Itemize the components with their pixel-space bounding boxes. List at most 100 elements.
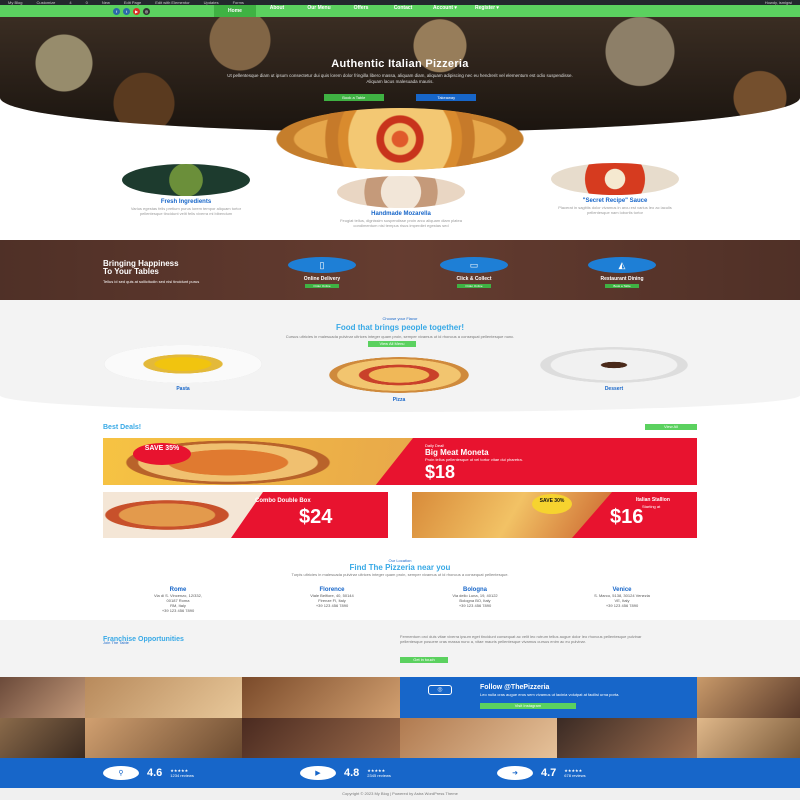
gallery-photo[interactable] (85, 718, 242, 758)
view-all-menu-button[interactable]: View All Menu (368, 341, 416, 347)
deal-price: $18 (425, 462, 456, 482)
hero-text: Ut pellentesque diam ut ipsum consectetu… (227, 73, 573, 84)
dessert-image[interactable] (540, 347, 688, 383)
book-table-button[interactable]: Book a Table (323, 93, 384, 101)
deal-main-card[interactable]: SAVE 35% Daily Deal! Big Meat Moneta Pro… (103, 438, 697, 485)
stallion-price: $16 (610, 506, 644, 528)
pasta-label[interactable]: Pasta (104, 386, 262, 392)
mozzarella-image (337, 176, 465, 208)
menu-text: Cursus ultricies in malesuada pulvinar u… (285, 334, 515, 339)
combo-price: $24 (299, 506, 333, 528)
feature-fresh: Fresh Ingredients Varius egestas felis p… (122, 164, 250, 216)
nav-item-register[interactable]: Register ▾ (466, 5, 508, 17)
gallery-photo[interactable] (85, 677, 242, 718)
city-phone: +39 123 456 7890 (161, 608, 195, 613)
twitter-icon[interactable]: t (123, 7, 130, 15)
stallion-starting: Starting at (642, 504, 661, 509)
location-rome: Rome Via di S. Vincenzo, 12/332, 00187 R… (128, 587, 228, 613)
deal-stallion-card[interactable]: SAVE 30% Italian Stallion Starting at $1… (412, 492, 697, 538)
follow-text: Leo nulla cras augue eros sem vivamus ut… (480, 692, 620, 697)
gallery-photo[interactable] (0, 718, 85, 758)
nav-item-contact[interactable]: Contact (382, 5, 424, 17)
facebook-icon[interactable]: f (113, 7, 120, 15)
pizza-label[interactable]: Pizza (329, 397, 469, 403)
gallery-photo[interactable] (557, 718, 697, 758)
stallion-image (412, 492, 612, 538)
instagram-icon[interactable]: ◎ (143, 7, 150, 15)
service-label: Online Delivery (303, 276, 341, 282)
band-text: Bringing Happiness To Your Tables Tellus… (103, 260, 253, 285)
sauce-image (551, 163, 679, 195)
nav-item-account[interactable]: Account ▾ (424, 5, 466, 17)
bike-icon: ⚲ (103, 766, 139, 780)
save-badge: SAVE 30% (532, 494, 572, 514)
feature-title: "Secret Recipe" Sauce (582, 198, 648, 204)
view-all-deals-button[interactable]: View All (645, 424, 697, 430)
nav-item-offers[interactable]: Offers (340, 5, 382, 17)
ingredients-image (122, 164, 250, 196)
menu-header: Choose your Flavor Food that brings peop… (200, 316, 600, 339)
city-phone: +39 123 456 7890 (605, 603, 639, 608)
feature-text: Feugiat tellus, dignissim suspendisse pr… (340, 218, 462, 229)
rating-reviews: 1234 reviews (170, 773, 194, 778)
rating-2: ▶ 4.8 ★★★★★ 2345 reviews (300, 766, 391, 780)
feature-text: Varius egestas felis pretium purus lorem… (130, 206, 242, 217)
order-online-button[interactable]: Order Online (457, 284, 491, 288)
gallery-photo[interactable] (242, 718, 400, 758)
gallery-photo[interactable] (697, 718, 800, 758)
menu-title: Food that brings people together! (336, 323, 464, 332)
rating-1: ⚲ 4.6 ★★★★★ 1234 reviews (103, 766, 194, 780)
phone-icon: ▯ (288, 257, 356, 273)
location-venice: Venice S. Marco, 5138, 30124 Venezia VE,… (572, 587, 672, 608)
rating-value: 4.7 (541, 767, 557, 779)
feature-mozzarella: Handmade Mozarella Feugiat tellus, digni… (337, 176, 465, 228)
location-florence: Florence Viale Belfiore, 40, 50144 Firen… (282, 587, 382, 608)
visit-instagram-button[interactable]: Visit Instagram (480, 703, 576, 709)
book-table-button[interactable]: Book a Table (605, 284, 639, 288)
feature-title: Handmade Mozarella (371, 211, 431, 217)
location-title: Find The Pizzeria near you (349, 563, 451, 572)
location-header: Our Location Find The Pizzeria near you … (250, 558, 550, 577)
pizza-image (276, 108, 524, 170)
rating-value: 4.6 (147, 767, 163, 779)
pizza-slice-icon: ◭ (588, 257, 656, 273)
feature-title: Fresh Ingredients (160, 199, 212, 205)
location-bologna: Bologna Via dello Luna, 19, 40122 Bologn… (425, 587, 525, 608)
get-in-touch-button[interactable]: Get in touch (400, 657, 448, 663)
footer-copyright: Copyright © 2023 My Blog | Powered by As… (0, 788, 800, 800)
instagram-icon[interactable]: ◎ (428, 685, 452, 695)
service-label: Restaurant Dining (600, 276, 644, 282)
box-icon: ▭ (440, 257, 508, 273)
deal-name: Big Meat Moneta (425, 448, 489, 457)
gallery-photo[interactable] (400, 718, 557, 758)
combo-name: Combo Double Box (255, 498, 311, 504)
nav-item-home[interactable]: Home (214, 5, 256, 17)
hero-content: Authentic Italian Pizzeria Ut pellentesq… (0, 58, 800, 104)
service-delivery: ▯ Online Delivery Order Online (277, 257, 367, 288)
takeaway-button[interactable]: Takeaway (416, 93, 477, 101)
save-badge: SAVE 35% (133, 443, 191, 465)
deals-title: Best Deals! (103, 424, 142, 431)
pizza-menu-image[interactable] (329, 357, 469, 393)
scooter-icon: ➜ (497, 766, 533, 780)
city-phone: +39 123 456 7890 (458, 603, 492, 608)
feature-text: Placerat in sagittis dolor vivamus in ar… (558, 205, 672, 216)
service-dining: ◭ Restaurant Dining Book a Table (577, 257, 667, 288)
combo-image (103, 492, 263, 538)
pasta-image[interactable] (104, 345, 262, 383)
nav-item-menu[interactable]: Our Menu (298, 5, 340, 17)
dessert-label[interactable]: Dessert (540, 386, 688, 392)
location-text: Turpis ultricies in malesuada pulvinar u… (291, 572, 509, 577)
menu-eyebrow: Choose your Flavor (382, 316, 418, 321)
gallery-photo[interactable] (697, 677, 800, 718)
gallery-photo[interactable] (0, 677, 85, 718)
gallery-photo[interactable] (242, 677, 400, 718)
rating-reviews: 678 reviews (564, 773, 586, 778)
nav-item-about[interactable]: About (256, 5, 298, 17)
deal-combo-card[interactable]: Combo Double Box $24 (103, 492, 388, 538)
band-title-2: To Your Tables (103, 267, 159, 276)
youtube-icon[interactable]: ▶ (133, 7, 140, 15)
franchise-title: Franchise Opportunities (103, 636, 184, 643)
city-phone: +39 123 456 7890 (315, 603, 349, 608)
order-online-button[interactable]: Order Online (305, 284, 339, 288)
